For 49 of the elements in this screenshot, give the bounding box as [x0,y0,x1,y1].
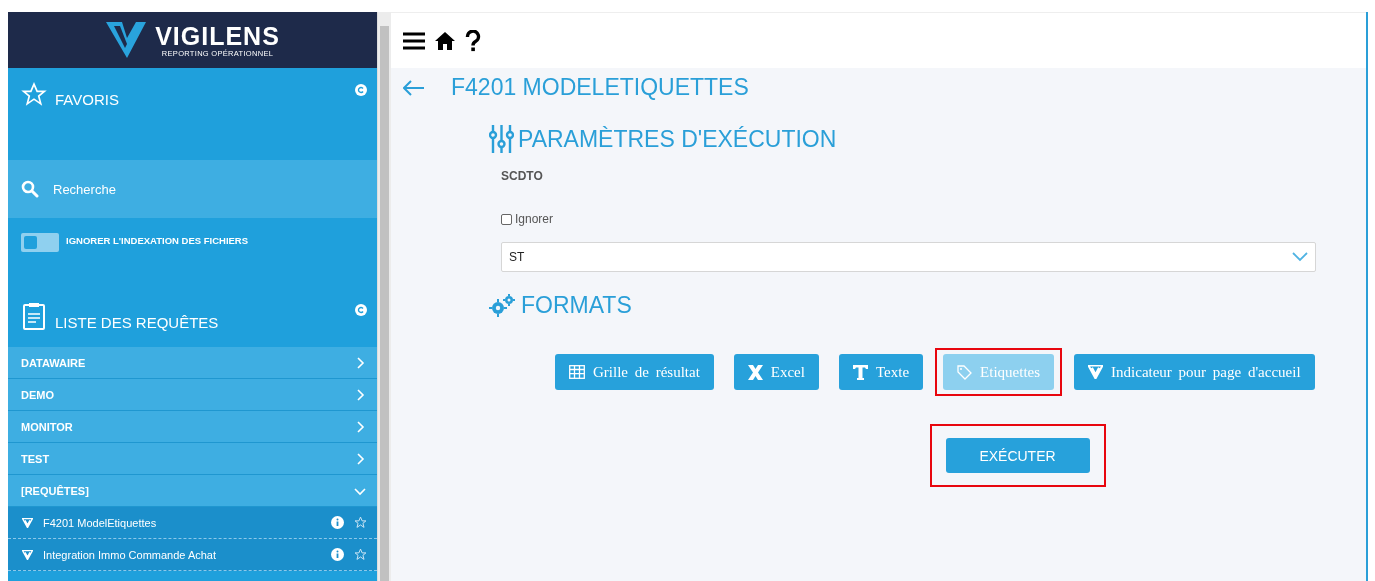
logo-name: VIGILENS [155,22,280,49]
category-item[interactable]: DEMO [8,379,377,411]
category-item[interactable]: TEST [8,443,377,475]
format-button[interactable]: Grille de résultat [555,354,714,390]
request-item[interactable]: F4201 ModelEtiquettes [8,507,377,539]
category-item[interactable]: DATAWAIRE [8,347,377,379]
info-icon[interactable] [331,548,344,561]
toggle-label: IGNORER L'INDEXATION DES FICHIERS [66,235,249,246]
sliders-icon [489,125,514,153]
help-icon[interactable] [465,29,481,52]
search-field[interactable]: Recherche [51,180,364,198]
section-title: PARAMÈTRES D'EXÉCUTION [518,125,837,153]
logo-icon [1088,365,1104,379]
logo-icon [22,517,33,528]
scrollbar[interactable] [377,12,391,581]
section-title: FORMATS [521,292,632,319]
toggle-switch[interactable] [21,233,59,252]
search-icon [21,180,39,198]
field-label: SCDTO [501,169,544,183]
t-letter-icon [852,364,868,380]
star-icon [21,82,47,107]
requests-title: LISTE DES REQUÊTES [55,314,220,331]
home-icon[interactable] [435,30,455,51]
format-button[interactable]: Indicateur pour page d'accueil [1074,354,1315,390]
checkbox[interactable] [501,213,512,225]
format-button[interactable]: Excel [733,354,819,390]
menu-icon[interactable] [403,31,425,50]
dropdown-field[interactable]: ST [501,242,1316,272]
format-button[interactable]: Etiquettes [943,354,1055,390]
logo-icon [105,20,148,60]
execute-button[interactable]: EXÉCUTER [945,438,1090,473]
info-icon[interactable] [331,516,344,529]
favorites-title: FAVORIS [55,91,120,108]
request-item[interactable]: Integration Immo Commande Achat [8,539,377,571]
star-icon[interactable] [354,548,367,561]
category-item[interactable]: [REQUÊTES] [8,475,377,507]
x-letter-icon [747,364,763,380]
gears-icon [489,293,517,318]
category-item[interactable]: MONITOR [8,411,377,443]
star-icon[interactable] [354,516,367,529]
logo-icon [22,549,33,560]
clipboard-icon [23,302,45,330]
back-arrow-icon[interactable] [403,79,425,96]
format-button[interactable]: Texte [838,354,924,390]
chevron-down-icon [1292,252,1308,262]
page-title: F4201 MODELETIQUETTES [451,74,749,101]
tag-icon [957,364,973,380]
table-icon [569,365,585,379]
checkbox-label: Ignorer [515,212,554,226]
